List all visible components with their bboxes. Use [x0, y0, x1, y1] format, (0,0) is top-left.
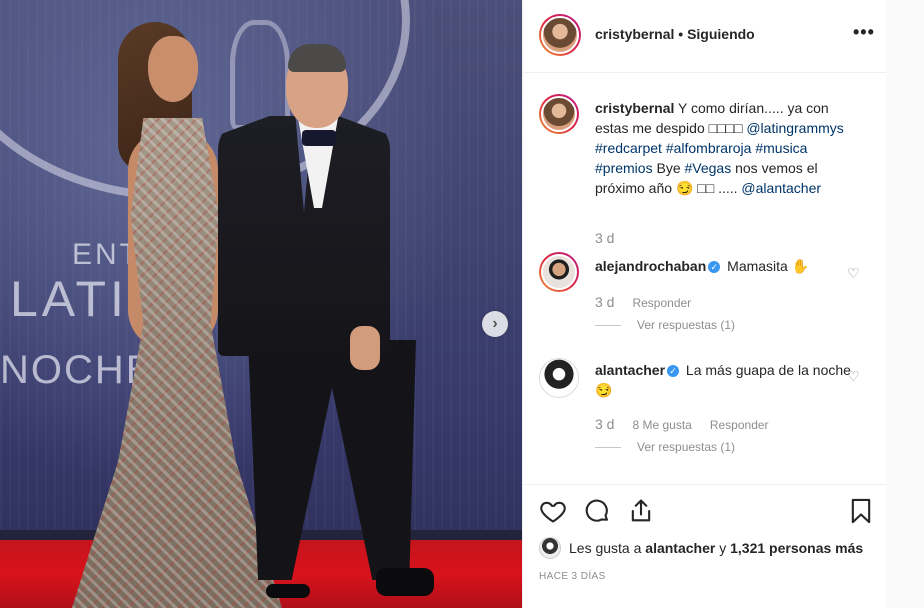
comment-body: La más guapa de la noche [682, 362, 851, 378]
comment-like-heart-icon[interactable]: ♡ [847, 266, 861, 280]
replies-divider [595, 447, 621, 449]
hashtag-vegas[interactable]: #Vegas [685, 160, 732, 176]
caption-emoji-2: □□ [697, 180, 715, 196]
likes-join: y [715, 540, 731, 556]
comment-text: alantacher ✓ La más guapa de la noche 😏 [595, 360, 857, 400]
backdrop-text-noche: NOCHE [0, 348, 155, 392]
man-shoe-right [376, 568, 434, 596]
caption-emoji-wink: 😏 [675, 180, 694, 196]
woman-face [148, 36, 198, 102]
posted-timestamp[interactable]: HACE 3 DÍAS [539, 571, 606, 582]
man-bowtie [302, 130, 336, 146]
man-shoe-left [266, 584, 310, 598]
header-separator: • [674, 26, 688, 42]
next-photo-button[interactable]: › [482, 311, 508, 337]
man-hand [350, 326, 380, 370]
comment-meta: 3 d 8 Me gusta Responder [595, 416, 787, 432]
liker-avatar[interactable] [539, 537, 561, 559]
heart-icon[interactable] [539, 497, 567, 525]
view-replies[interactable]: Ver respuestas (1) [595, 318, 735, 332]
author-username[interactable]: cristybernal [595, 26, 674, 42]
post-header: cristybernal • Siguiendo ••• [523, 0, 887, 73]
verified-badge-icon: ✓ [667, 365, 680, 377]
liker-username[interactable]: alantacher [645, 540, 715, 556]
hashtag-musica[interactable]: #musica [755, 140, 807, 156]
chevron-right-icon: › [492, 315, 498, 332]
verified-badge-icon: ✓ [708, 261, 721, 273]
caption-body-2: Bye [652, 160, 685, 176]
share-icon[interactable] [627, 497, 655, 525]
likes-count[interactable]: 1,321 personas más [730, 540, 863, 556]
caption-username[interactable]: cristybernal [595, 100, 674, 116]
comment-emoji: 😏 [595, 382, 613, 398]
caption-body-4: ..... [714, 180, 742, 196]
comment-username[interactable]: alejandrochaban [595, 258, 706, 274]
more-options-icon[interactable]: ••• [853, 23, 875, 41]
post-sidebar: cristybernal • Siguiendo ••• cristyberna… [522, 0, 887, 608]
mention-latingrammys[interactable]: @latingrammys [746, 120, 843, 136]
caption-avatar[interactable] [539, 94, 579, 134]
caption-time[interactable]: 3 d [595, 230, 614, 246]
comment-meta: 3 d Responder [595, 294, 709, 310]
likes-text[interactable]: Les gusta a alantacher y 1,321 personas … [569, 540, 863, 556]
likes-summary: Les gusta a alantacher y 1,321 personas … [539, 537, 863, 559]
man-hair [288, 44, 346, 72]
comment-username[interactable]: alantacher [595, 362, 665, 378]
comment-time[interactable]: 3 d [595, 294, 614, 310]
comment-text: alejandrochaban ✓ Mamasita ✋ [595, 256, 857, 276]
comment-emoji: ✋ [791, 258, 810, 274]
post-photo[interactable]: ENT LATIN NOCHE › [0, 0, 522, 608]
hashtag-premios[interactable]: #premios [595, 160, 653, 176]
reply-button[interactable]: Responder [632, 296, 691, 310]
caption-text: cristybernal Y como dirían..... ya con e… [595, 98, 857, 198]
mention-alantacher[interactable]: @alantacher [741, 180, 821, 196]
comment-body: Mamasita [723, 258, 792, 274]
author-line: cristybernal • Siguiendo [595, 26, 755, 42]
likes-prefix: Les gusta a [569, 540, 646, 556]
bookmark-icon[interactable] [847, 497, 875, 525]
comment-time[interactable]: 3 d [595, 416, 614, 432]
replies-divider [595, 325, 621, 327]
comment-likes-count[interactable]: 8 Me gusta [632, 418, 691, 432]
commenter-avatar[interactable] [539, 252, 579, 292]
caption-meta: 3 d [595, 230, 632, 246]
hashtag-alfombraroja[interactable]: #alfombraroja [666, 140, 752, 156]
post-actions: Les gusta a alantacher y 1,321 personas … [523, 484, 887, 608]
reply-button[interactable]: Responder [710, 418, 769, 432]
comment-icon[interactable] [583, 497, 611, 525]
comment-like-heart-icon[interactable]: ♡ [847, 369, 861, 383]
hashtag-redcarpet[interactable]: #redcarpet [595, 140, 662, 156]
page-gutter [886, 0, 924, 608]
caption-emoji: □□□□ [708, 120, 743, 136]
author-avatar[interactable] [539, 14, 581, 56]
commenter-avatar[interactable] [539, 358, 579, 398]
view-replies[interactable]: Ver respuestas (1) [595, 440, 735, 454]
follow-status-button[interactable]: Siguiendo [687, 26, 755, 42]
comments-list[interactable]: cristybernal Y como dirían..... ya con e… [523, 74, 887, 484]
backdrop-gramophone [230, 20, 290, 130]
view-replies-label: Ver respuestas (1) [637, 318, 736, 332]
view-replies-label: Ver respuestas (1) [637, 440, 736, 454]
